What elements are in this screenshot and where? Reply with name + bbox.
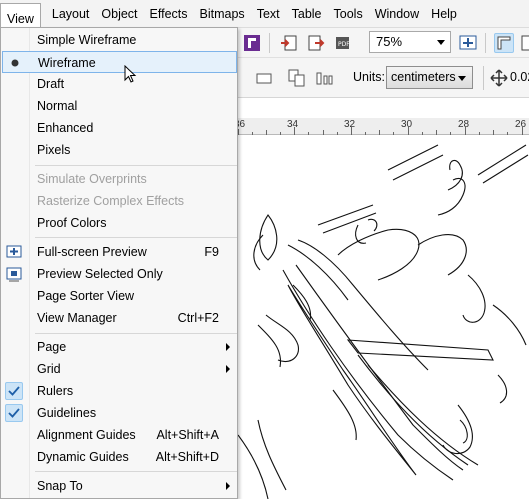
- menu-item-label: Full-screen Preview: [37, 245, 147, 259]
- menu-item-shortcut: Alt+Shift+D: [155, 450, 219, 464]
- publish-pdf-icon[interactable]: PDF: [333, 33, 353, 53]
- menu-item-simulate-overprints: Simulate Overprints: [2, 168, 237, 190]
- menu-item-label: Preview Selected Only: [37, 267, 163, 281]
- submenu-arrow-icon: [226, 365, 230, 373]
- wireframe-calligraphy-drawing: [238, 144, 529, 499]
- corel-connect-icon[interactable]: [242, 33, 262, 53]
- menu-separator: [35, 237, 237, 238]
- menu-item-label: View Manager: [37, 311, 117, 325]
- menu-item-grid[interactable]: Grid: [2, 358, 237, 380]
- fullscreen-preview-icon: [5, 243, 23, 261]
- standard-toolbar: PDF 75%: [238, 28, 529, 58]
- menu-item-proof-colors[interactable]: Proof Colors: [2, 212, 237, 234]
- menu-item-label: Alignment Guides: [37, 428, 136, 442]
- menu-item-enhanced[interactable]: Enhanced: [2, 117, 237, 139]
- menu-item-label: Guidelines: [37, 406, 97, 420]
- menu-item-label: Simple Wireframe: [37, 33, 137, 47]
- current-page-icon[interactable]: [315, 68, 335, 88]
- menu-item-page[interactable]: Page: [2, 336, 237, 358]
- menu-item-preview-selected-only[interactable]: Preview Selected Only: [2, 263, 237, 285]
- zoom-level-combo[interactable]: 75%: [369, 31, 451, 53]
- full-screen-preview-icon[interactable]: [458, 33, 478, 53]
- page-border-icon[interactable]: [254, 68, 274, 88]
- menu-item-label: Page: [37, 340, 67, 354]
- menu-item-shortcut: F9: [204, 245, 219, 259]
- menu-effects[interactable]: Effects: [144, 3, 194, 25]
- menu-item-rasterize-complex-effects: Rasterize Complex Effects: [2, 190, 237, 212]
- import-icon[interactable]: [279, 33, 299, 53]
- menu-item-label: Draft: [37, 77, 65, 91]
- menu-table[interactable]: Table: [286, 3, 328, 25]
- units-select[interactable]: centimeters: [386, 66, 473, 89]
- export-icon[interactable]: [306, 33, 326, 53]
- menu-item-label: Wireframe: [38, 56, 96, 70]
- menu-item-label: Rasterize Complex Effects: [37, 194, 185, 208]
- menu-item-dynamic-guides[interactable]: Dynamic Guides Alt+Shift+D: [2, 446, 237, 468]
- menu-item-label: Normal: [37, 99, 78, 113]
- menu-item-label: Grid: [37, 362, 61, 376]
- menu-item-guidelines[interactable]: Guidelines: [2, 402, 237, 424]
- menu-separator: [35, 471, 237, 472]
- property-bar: Units: centimeters 0.02: [238, 58, 529, 98]
- menu-item-view-manager[interactable]: View Manager Ctrl+F2: [2, 307, 237, 329]
- menu-item-snap-to[interactable]: Snap To: [2, 475, 237, 497]
- menu-item-rulers[interactable]: Rulers: [2, 380, 237, 402]
- menu-window[interactable]: Window: [369, 3, 425, 25]
- submenu-arrow-icon: [226, 343, 230, 351]
- checkmark-icon: [5, 382, 23, 400]
- menu-object[interactable]: Object: [95, 3, 143, 25]
- chevron-down-icon: [437, 40, 445, 45]
- menu-item-alignment-guides[interactable]: Alignment Guides Alt+Shift+A: [2, 424, 237, 446]
- horizontal-ruler[interactable]: 36 34 32 30 28 26: [234, 118, 529, 135]
- menu-item-label: Snap To: [37, 479, 83, 493]
- menu-help[interactable]: Help: [425, 3, 463, 25]
- menu-item-shortcut: Alt+Shift+A: [156, 428, 219, 442]
- zoom-level-value: 75%: [376, 34, 403, 49]
- menu-bitmaps[interactable]: Bitmaps: [194, 3, 251, 25]
- units-select-value: centimeters: [391, 70, 456, 84]
- menu-item-simple-wireframe[interactable]: Simple Wireframe: [2, 29, 237, 51]
- menu-item-label: Enhanced: [37, 121, 94, 135]
- menu-bar: View Layout Object Effects Bitmaps Text …: [0, 0, 529, 31]
- menu-item-full-screen-preview[interactable]: Full-screen Preview F9: [2, 241, 237, 263]
- radio-selected-icon: [6, 54, 24, 72]
- nudge-distance-input[interactable]: 0.02: [510, 70, 529, 84]
- menu-item-wireframe[interactable]: Wireframe: [2, 51, 237, 73]
- ruler-ticks: [238, 127, 523, 135]
- menu-text[interactable]: Text: [251, 3, 286, 25]
- menu-item-label: Proof Colors: [37, 216, 107, 230]
- units-label: Units:: [353, 70, 385, 84]
- view-menu-dropdown: Simple Wireframe Wireframe Draft Normal …: [0, 27, 238, 499]
- menu-item-draft[interactable]: Draft: [2, 73, 237, 95]
- chevron-down-icon: [458, 76, 466, 81]
- drawing-canvas[interactable]: [238, 135, 529, 499]
- menu-item-label: Page Sorter View: [37, 289, 135, 303]
- show-grid-icon[interactable]: [521, 33, 529, 53]
- menu-separator: [35, 333, 237, 334]
- menu-item-shortcut: Ctrl+F2: [177, 311, 219, 325]
- menu-tools[interactable]: Tools: [328, 3, 369, 25]
- show-rulers-icon[interactable]: [494, 33, 514, 53]
- nudge-distance-icon: [489, 68, 509, 88]
- all-pages-icon[interactable]: [287, 68, 307, 88]
- checkmark-icon: [5, 404, 23, 422]
- mouse-cursor-icon: [124, 65, 137, 83]
- submenu-arrow-icon: [226, 482, 230, 490]
- svg-text:PDF: PDF: [338, 41, 350, 48]
- menu-item-label: Pixels: [37, 143, 71, 157]
- ruler-corner-area: [238, 98, 529, 118]
- menu-item-normal[interactable]: Normal: [2, 95, 237, 117]
- menu-item-label: Dynamic Guides: [37, 450, 129, 464]
- menu-layout[interactable]: Layout: [46, 3, 96, 25]
- menu-item-label: Simulate Overprints: [37, 172, 147, 186]
- menu-item-page-sorter-view[interactable]: Page Sorter View: [2, 285, 237, 307]
- menu-separator: [35, 165, 237, 166]
- menu-item-pixels[interactable]: Pixels: [2, 139, 237, 161]
- menu-item-label: Rulers: [37, 384, 74, 398]
- preview-selected-icon: [5, 265, 23, 283]
